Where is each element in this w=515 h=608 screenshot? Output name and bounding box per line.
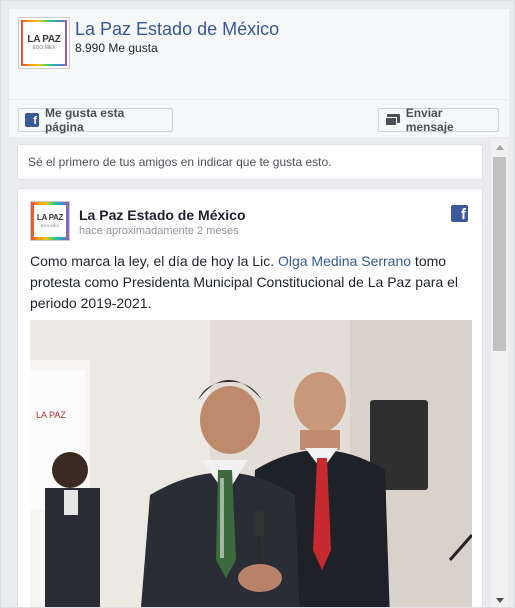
post-timestamp[interactable]: hace aproximadamente 2 meses: [79, 225, 239, 237]
page-title[interactable]: La Paz Estado de México: [75, 19, 279, 40]
photo-illustration: LA PAZ: [30, 320, 472, 607]
mention-link[interactable]: Olga Medina Serrano: [278, 253, 411, 269]
facebook-icon: f: [25, 113, 39, 127]
post-photo[interactable]: LA PAZ: [30, 320, 472, 607]
post-card: LA PAZ EDO.MEX La Paz Estado de México h…: [17, 188, 483, 607]
post-text-before: Como marca la ley, el día de hoy la Lic.: [30, 253, 278, 269]
post-text: Como marca la ley, el día de hoy la Lic.…: [30, 251, 472, 314]
logo-text: LA PAZ: [27, 34, 61, 45]
friends-note: Sé el primero de tus amigos en indicar q…: [17, 144, 483, 180]
post-author-name[interactable]: La Paz Estado de México: [79, 207, 246, 223]
message-icon: [385, 114, 400, 126]
scrollbar[interactable]: [491, 139, 508, 607]
logo-subtext: EDO.MEX: [40, 223, 60, 228]
facebook-page-plugin: LA PAZ EDO.MEX La Paz Estado de México 8…: [0, 0, 515, 608]
photo-sign-text: LA PAZ: [36, 410, 66, 420]
facebook-icon[interactable]: f: [451, 205, 468, 222]
like-page-button[interactable]: f Me gusta esta página: [18, 106, 173, 134]
action-bar: f Me gusta esta página Enviar mensaje: [9, 99, 509, 137]
like-page-label: Me gusta esta página: [44, 106, 125, 134]
logo-text: LA PAZ: [36, 213, 64, 222]
scroll-up-arrow-icon[interactable]: [491, 139, 508, 156]
scroll-thumb[interactable]: [493, 157, 506, 351]
scroll-down-arrow-icon[interactable]: [491, 592, 508, 607]
page-header: LA PAZ EDO.MEX La Paz Estado de México 8…: [9, 9, 509, 99]
send-message-button[interactable]: Enviar mensaje: [378, 106, 499, 134]
page-likes-count: 8.990 Me gusta: [75, 41, 158, 55]
logo-subtext: EDO.MEX: [32, 45, 56, 51]
send-message-label: Enviar mensaje: [405, 106, 454, 134]
post-author-avatar[interactable]: LA PAZ EDO.MEX: [30, 201, 70, 241]
page-avatar[interactable]: LA PAZ EDO.MEX: [18, 17, 70, 69]
